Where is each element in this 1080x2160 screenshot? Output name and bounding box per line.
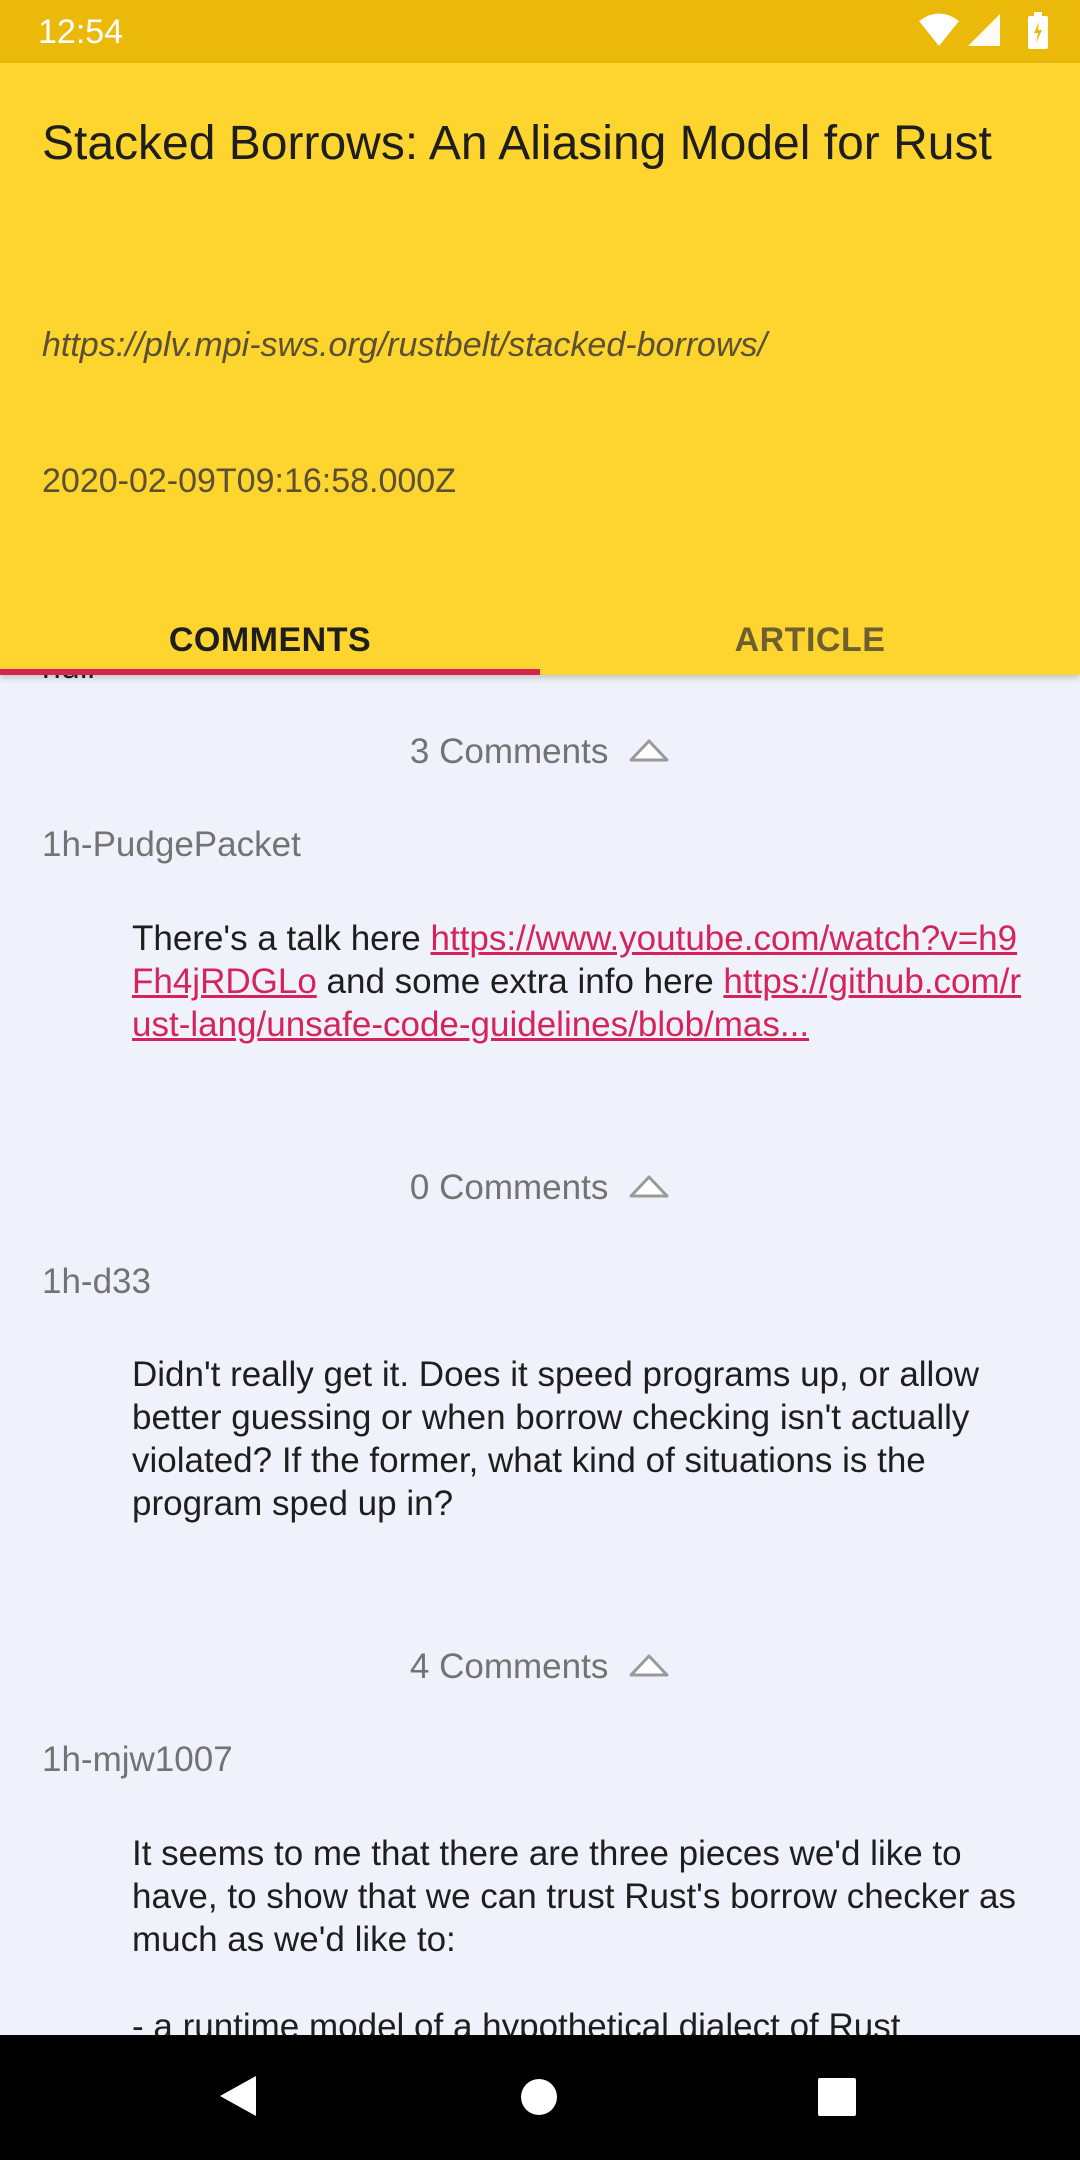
comment-count-toggle[interactable]: 3 Comments — [0, 732, 1080, 772]
chevron-up-icon[interactable] — [628, 1173, 670, 1199]
status-bar: 12:54 — [0, 0, 1080, 63]
comment-author: 1h-PudgePacket — [42, 825, 301, 864]
comment-text-continued: - a runtime model of a hypothetical dial… — [132, 2007, 901, 2035]
article-date: 2020-02-09T09:16:58.000Z — [42, 462, 456, 500]
tab-comments-label: COMMENTS — [168, 621, 372, 659]
comment-count-label: 3 Comments — [409, 732, 609, 771]
article-header: Stacked Borrows: An Aliasing Model for R… — [0, 63, 1080, 675]
battery-icon — [1028, 12, 1048, 49]
home-icon[interactable] — [520, 2078, 558, 2116]
comment-count-toggle[interactable]: 0 Comments — [0, 1168, 1080, 1208]
comments-list[interactable]: null 3 Comments 1h-PudgePacket There's a… — [0, 675, 1080, 2035]
comment-count-label: 4 Comments — [409, 1647, 609, 1686]
recents-icon[interactable] — [817, 2077, 857, 2117]
tab-indicator — [0, 669, 540, 675]
article-title: Stacked Borrows: An Aliasing Model for R… — [42, 117, 992, 170]
chevron-up-icon[interactable] — [628, 1652, 670, 1678]
back-icon[interactable] — [216, 2073, 260, 2119]
comment-count-label: 0 Comments — [409, 1168, 609, 1207]
chevron-up-icon[interactable] — [628, 737, 670, 763]
comment-text-part: and some extra info here — [316, 962, 724, 1001]
comment-text-part: There's a talk here — [132, 919, 431, 958]
comment-count-toggle[interactable]: 4 Comments — [0, 1647, 1080, 1687]
comment-text: There's a talk here https://www.youtube.… — [132, 917, 1032, 1046]
status-time: 12:54 — [38, 13, 124, 51]
article-url[interactable]: https://plv.mpi-sws.org/rustbelt/stacked… — [42, 325, 1042, 365]
comment-text: It seems to me that there are three piec… — [132, 1834, 1017, 1959]
cut-off-text: null — [42, 675, 95, 687]
wifi-icon — [919, 13, 959, 46]
tab-comments[interactable]: COMMENTS — [0, 588, 540, 673]
comment-author: 1h-mjw1007 — [42, 1740, 233, 1779]
system-nav-bar — [0, 2035, 1080, 2160]
comment-text: Didn't really get it. Does it speed prog… — [132, 1355, 980, 1523]
comment-author: 1h-d33 — [42, 1262, 151, 1301]
tab-article[interactable]: ARTICLE — [540, 588, 1080, 673]
tab-article-label: ARTICLE — [734, 621, 886, 659]
signal-icon — [968, 14, 1000, 46]
